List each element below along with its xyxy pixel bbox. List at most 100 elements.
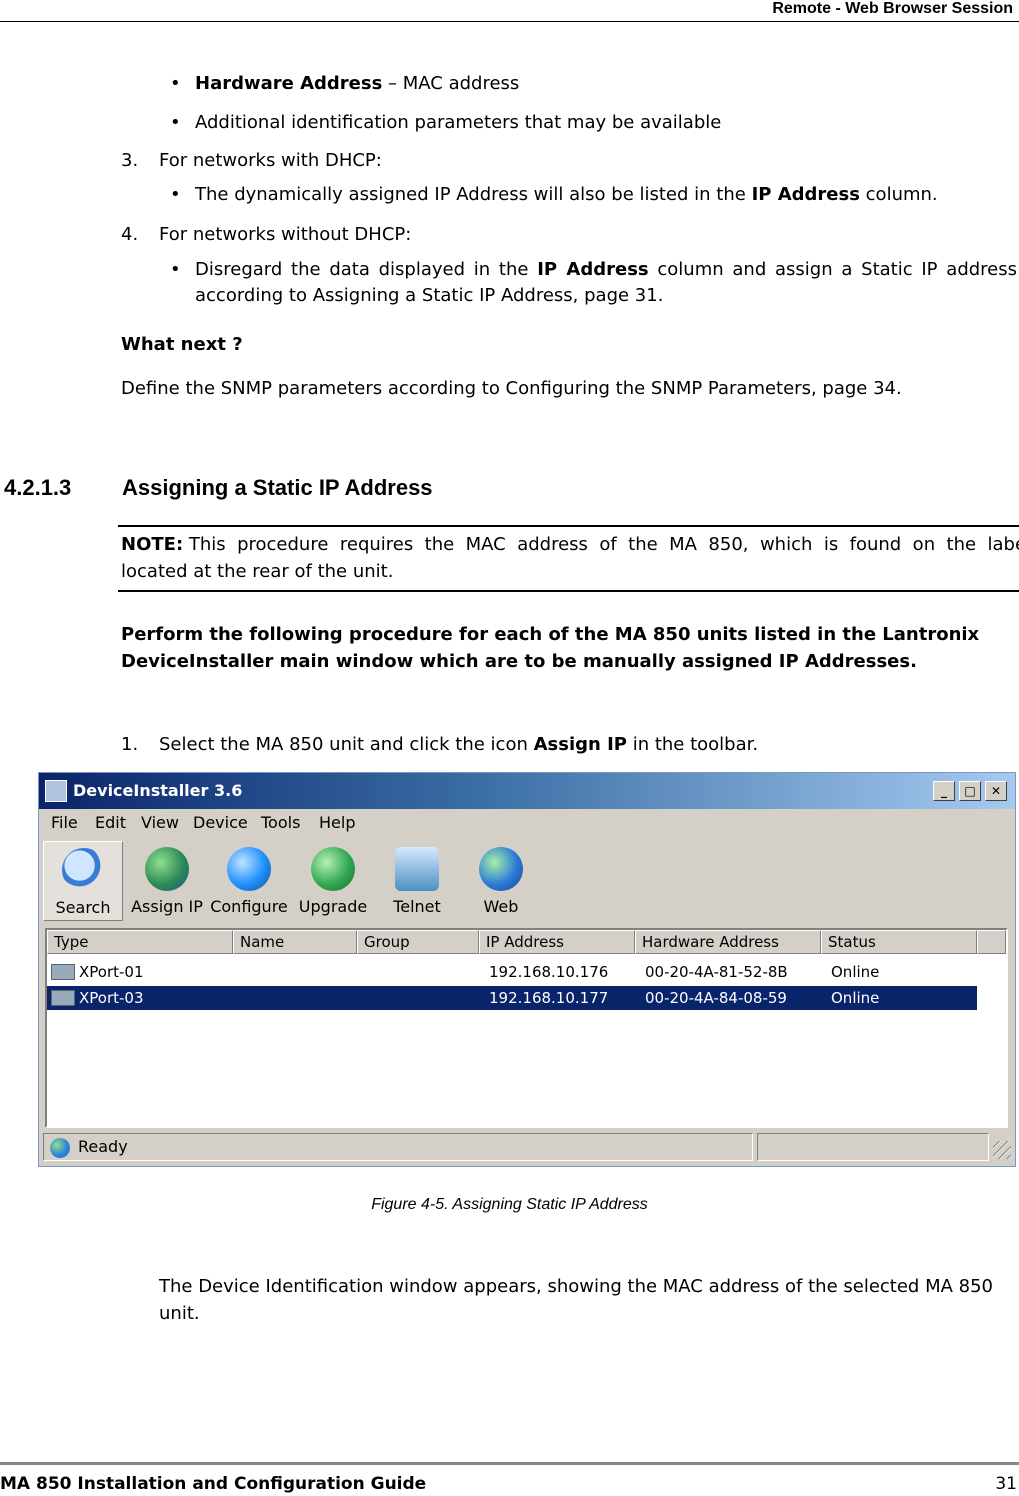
column-header-ip-address[interactable]: IP Address [479,930,635,954]
bullet-text: column and assign a Static IP address [648,259,1018,280]
what-next-heading: What next ? [121,334,243,355]
step-4-text: For networks without DHCP: [159,224,412,245]
upgrade-button[interactable]: Upgrade [293,841,373,921]
header-divider [0,21,1019,22]
window-title: DeviceInstaller 3.6 [73,781,243,800]
status-panel-secondary [757,1133,989,1161]
after-text-line2: unit. [159,1303,200,1324]
bullet-additional-params: Additional identification parameters tha… [195,112,722,133]
menu-help[interactable]: Help [319,813,355,832]
section-number: 4.2.1.3 [4,475,72,500]
cell-status: Online [831,963,880,981]
close-button[interactable]: ✕ [985,781,1007,801]
cell-status: Online [831,989,880,1007]
column-header-status[interactable]: Status [821,930,977,954]
minimize-button[interactable]: _ [933,781,955,801]
column-header-type[interactable]: Type [47,930,233,954]
bullet-bold-term: Hardware Address [195,73,383,94]
status-bar: Ready [43,1133,1011,1161]
configure-button[interactable]: Configure [209,841,289,921]
note-text: This procedure requires the MAC address … [183,534,1019,555]
step-3-number: 3. [121,150,139,171]
step-1-text: Select the MA 850 unit and click the ico… [159,734,758,756]
resize-grip-icon[interactable] [993,1141,1011,1159]
device-icon [51,964,75,980]
menu-view[interactable]: View [141,813,179,832]
cell-mac: 00-20-4A-81-52-8B [645,963,788,981]
status-panel-main: Ready [43,1133,753,1161]
bullet-bold-term: IP Address [537,259,649,280]
cell-ip: 192.168.10.177 [489,989,609,1007]
device-icon [51,990,75,1006]
web-label: Web [483,897,519,916]
web-icon [479,847,523,891]
note-top-rule [118,525,1019,527]
menu-device[interactable]: Device [193,813,248,832]
assign-ip-label: Assign IP [131,897,203,916]
step-3-bullet: The dynamically assigned IP Address will… [195,184,938,206]
footer-divider [0,1462,1019,1465]
upgrade-arrow-icon [311,847,355,891]
deviceinstaller-window: DeviceInstaller 3.6 _ □ ✕ File Edit View… [38,772,1016,1167]
perform-line2: DeviceInstaller main window which are to… [121,651,917,672]
web-button[interactable]: Web [461,841,541,921]
bullet-text: column. [859,184,938,205]
upgrade-label: Upgrade [298,897,368,916]
telnet-button[interactable]: Telnet [377,841,457,921]
status-text: Ready [78,1137,128,1156]
column-header-filler [977,930,1006,954]
step-1-number: 1. [121,734,139,755]
column-header-name[interactable]: Name [233,930,357,954]
table-row[interactable]: XPort-01 192.168.10.176 00-20-4A-81-52-8… [47,960,977,984]
cell-ip: 192.168.10.176 [489,963,609,981]
maximize-button[interactable]: □ [959,781,981,801]
step-4-bullet-line1: Disregard the data displayed in the IP A… [195,259,1017,281]
telnet-icon [395,847,439,891]
menu-bar: File Edit View Device Tools Help [39,809,1015,837]
bullet-dot: • [170,73,181,94]
note-line1: NOTE: This procedure requires the MAC ad… [121,534,1019,556]
note-label: NOTE: [121,534,184,555]
footer-title: MA 850 Installation and Configuration Gu… [0,1474,427,1494]
section-title: Assigning a Static IP Address [122,475,433,500]
bullet-hardware-address: Hardware Address – MAC address [195,73,519,95]
menu-file[interactable]: File [51,813,78,832]
step-3-text: For networks with DHCP: [159,150,382,171]
cell-mac: 00-20-4A-84-08-59 [645,989,787,1007]
search-label: Search [55,898,111,917]
step-text: in the toolbar. [626,734,759,755]
magnifier-icon [62,848,106,892]
figure-caption: Figure 4-5. Assigning Static IP Address [371,1196,648,1213]
search-button[interactable]: Search [43,841,123,921]
step-text: Select the MA 850 unit and click the ico… [159,734,534,755]
telnet-label: Telnet [393,897,441,916]
menu-tools[interactable]: Tools [261,813,300,832]
page-number: 31 [995,1474,1017,1494]
assign-ip-button[interactable]: Assign IP [127,841,207,921]
cell-type: XPort-01 [79,963,144,981]
step-4-bullet-line2: according to Assigning a Static IP Addre… [195,285,664,306]
after-text-line1: The Device Identification window appears… [159,1276,993,1297]
bullet-dot: • [170,112,181,133]
table-row-selected[interactable]: XPort-03 192.168.10.177 00-20-4A-84-08-5… [47,986,977,1010]
bullet-bold-term: IP Address [751,184,860,205]
globe-check-icon [227,847,271,891]
toolbar: Search Assign IP Configure Upgrade Telne… [39,839,1015,925]
column-header-group[interactable]: Group [357,930,479,954]
configure-label: Configure [210,897,288,916]
bullet-text: – MAC address [382,73,520,94]
app-icon [45,780,67,802]
page-header-title: Remote - Web Browser Session [772,0,1013,17]
note-bottom-rule [118,590,1019,592]
step-4-number: 4. [121,224,139,245]
perform-line1: Perform the following procedure for each… [121,624,980,645]
bullet-text: Disregard the data displayed in the [195,259,538,280]
step-bold-term: Assign IP [533,734,627,755]
note-line2: located at the rear of the unit. [121,561,394,582]
menu-edit[interactable]: Edit [95,813,126,832]
bullet-dot: • [170,184,181,205]
column-header-hardware-address[interactable]: Hardware Address [635,930,821,954]
bullet-text: The dynamically assigned IP Address will… [195,184,752,205]
cell-type: XPort-03 [79,989,144,1007]
window-titlebar: DeviceInstaller 3.6 _ □ ✕ [39,773,1015,809]
